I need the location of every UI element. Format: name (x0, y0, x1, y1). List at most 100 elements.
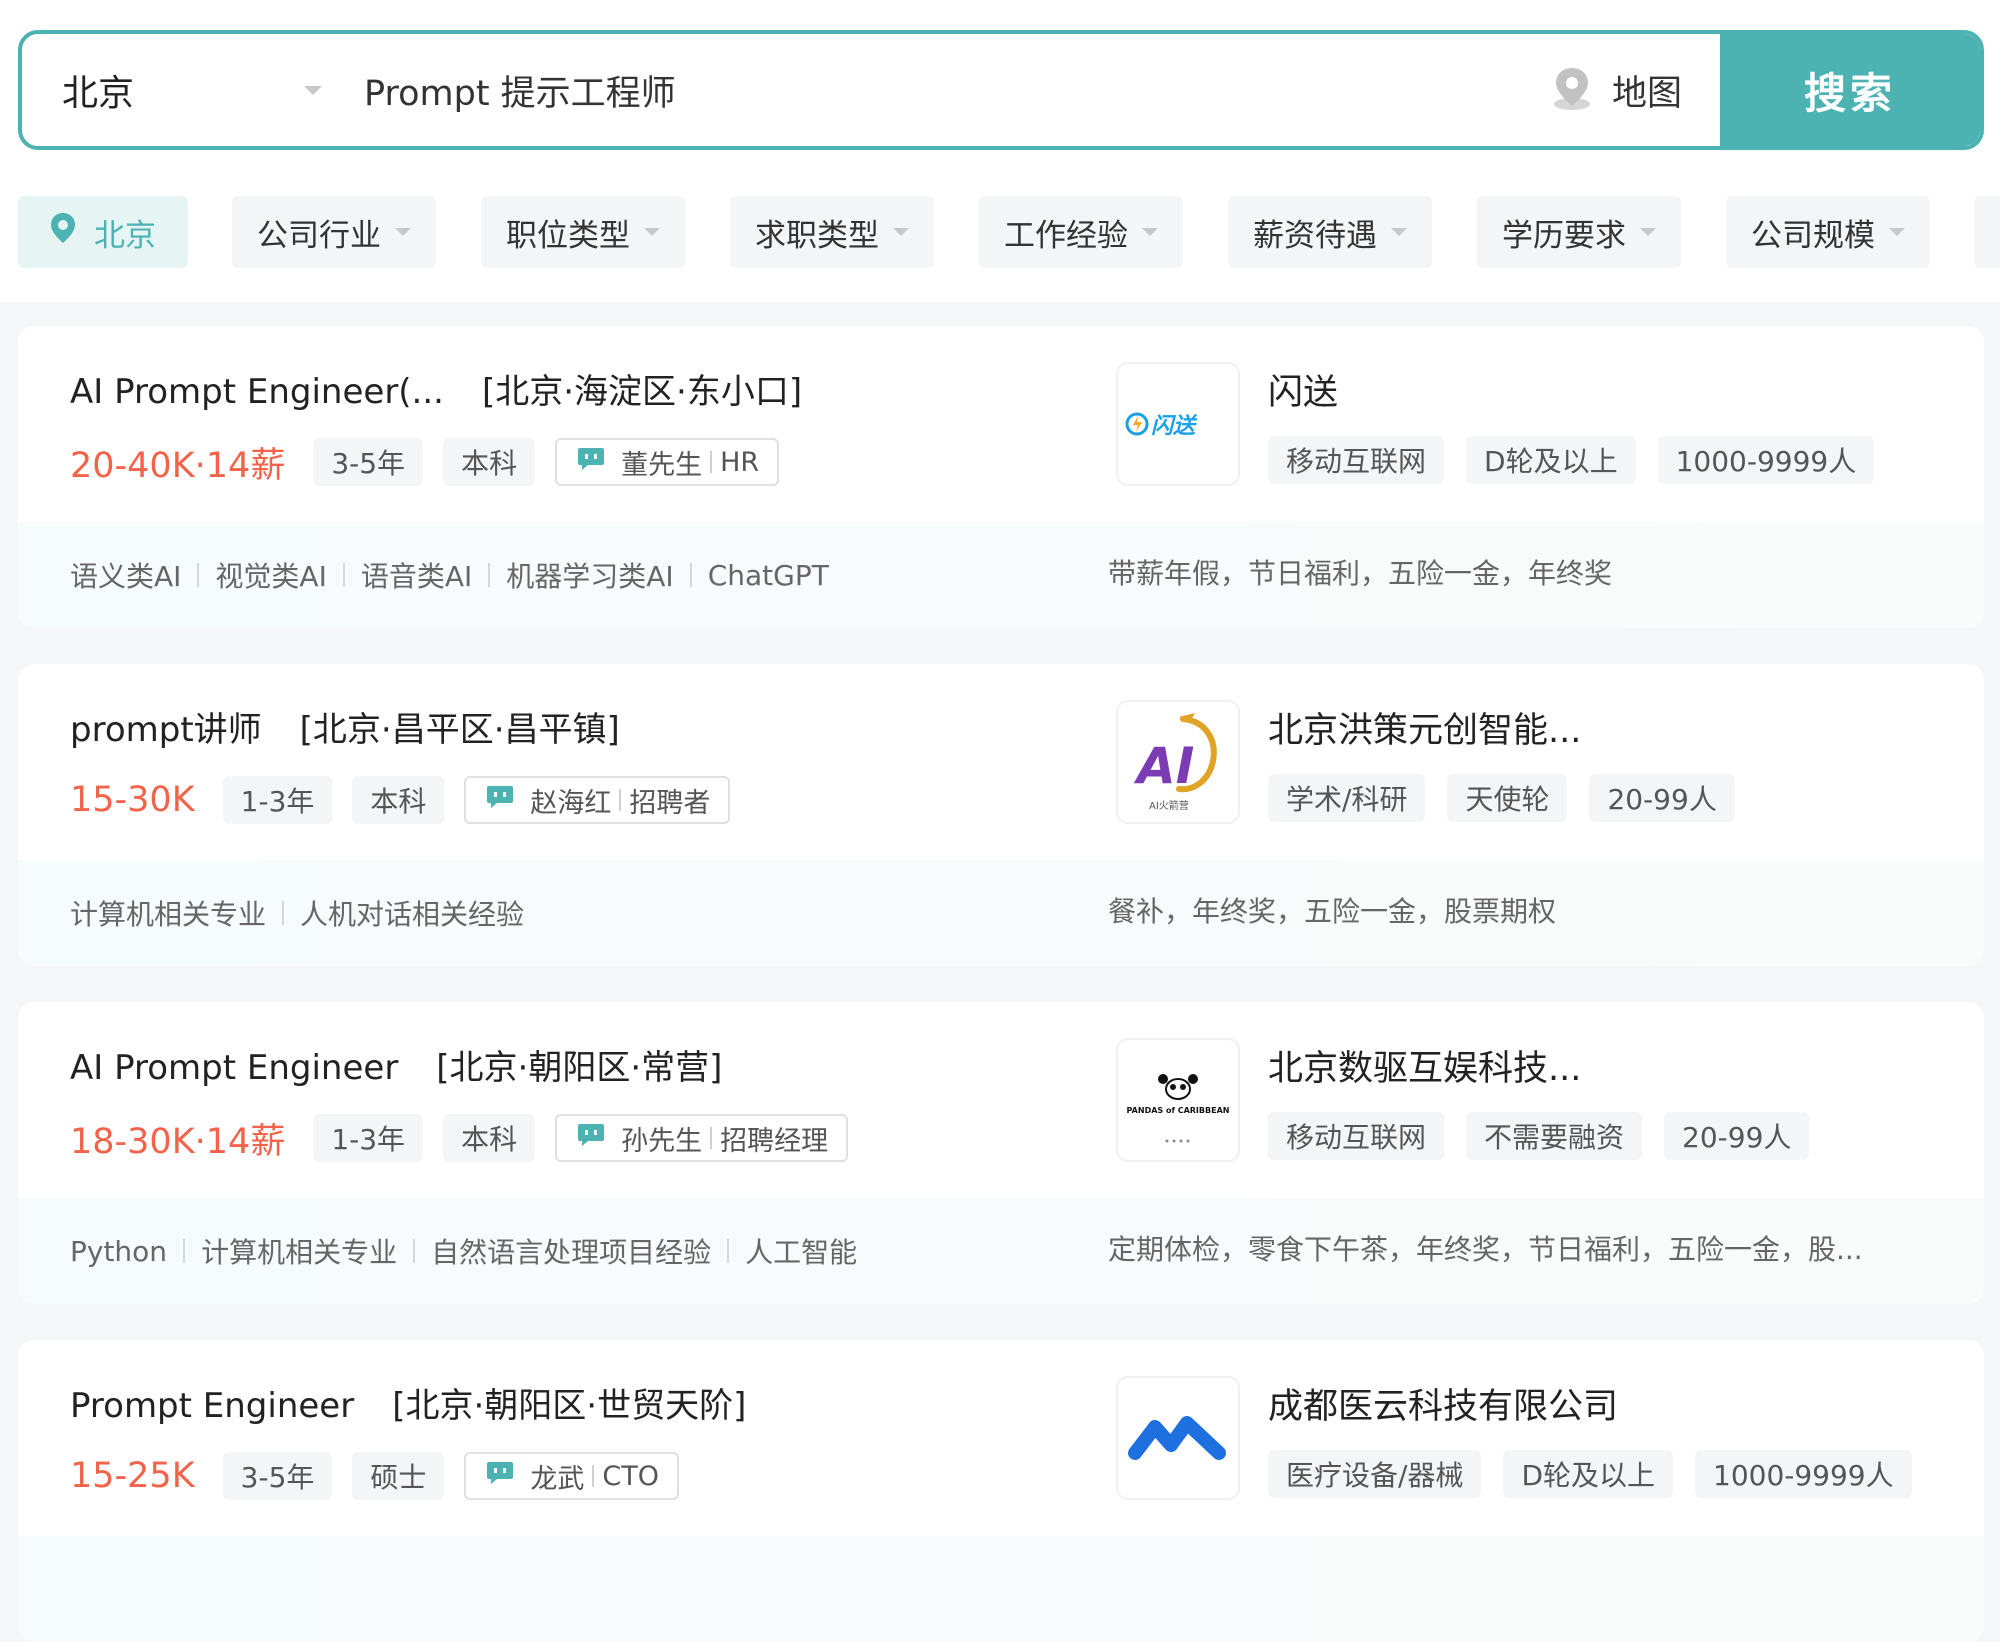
chevron-down-icon (1889, 228, 1905, 236)
filter-industry[interactable]: 公司行业 (232, 196, 436, 268)
education-tag: 本科 (352, 776, 445, 824)
job-title[interactable]: Prompt Engineer [北京·朝阳区·世贸天阶] (70, 1378, 746, 1427)
filter-more[interactable] (1974, 196, 2000, 268)
logo-subtext: AI火箭营 (1149, 799, 1189, 812)
job-title-text: prompt讲师 (70, 710, 262, 750)
recruiter-role: CTO (602, 1460, 660, 1492)
filter-company-size[interactable]: 公司规模 (1726, 196, 1930, 268)
job-card[interactable]: AI Prompt Engineer(... [北京·海淀区·东小口] 20-40… (18, 326, 1984, 628)
benefits: 餐补，年终奖，五险一金，股票期权 (1108, 895, 1557, 928)
chevron-down-icon (1640, 228, 1656, 236)
recruiter-name: 赵海红 (530, 787, 612, 819)
chat-bubble-icon (577, 446, 605, 479)
job-meta: 18-30K·14薪 1-3年 本科 孙先生 招聘经理 (70, 1114, 849, 1162)
benefits: 带薪年假，节日福利，五险一金，年终奖 (1108, 557, 1613, 590)
job-title[interactable]: prompt讲师 [北京·昌平区·昌平镇] (70, 702, 620, 751)
job-title[interactable]: AI Prompt Engineer [北京·朝阳区·常营] (70, 1040, 722, 1089)
recruiter-chat-button[interactable]: 董先生 HR (555, 438, 780, 486)
search-box: 北京 地图 搜索 (18, 30, 1984, 150)
company-tag: 不需要融资 (1466, 1112, 1643, 1160)
company-logo[interactable]: PANDAS of CARIBBEAN (1116, 1038, 1240, 1162)
filter-label: 工作经验 (1004, 217, 1128, 254)
company-tag: D轮及以上 (1503, 1450, 1673, 1498)
map-button-label: 地图 (1612, 73, 1683, 114)
recruiter-role: 招聘经理 (720, 1125, 829, 1157)
job-title-text: Prompt Engineer (70, 1386, 355, 1426)
company-name[interactable]: 成都医云科技有限公司 (1268, 1378, 1618, 1429)
company-logo[interactable]: AI AI火箭营 (1116, 700, 1240, 824)
job-card-footer: 语义类AI 视觉类AI 语音类AI 机器学习类AI ChatGPT 带薪年假，节… (18, 522, 1984, 628)
job-card[interactable]: prompt讲师 [北京·昌平区·昌平镇] 15-30K 1-3年 本科 赵海红招… (18, 664, 1984, 966)
experience-tag: 3-5年 (222, 1452, 333, 1500)
filter-label: 薪资待遇 (1253, 217, 1377, 254)
experience-tag: 1-3年 (222, 776, 333, 824)
city-select-label: 北京 (62, 73, 135, 114)
filter-label: 公司行业 (257, 217, 381, 254)
salary: 20-40K·14薪 (70, 445, 286, 486)
salary: 15-30K (70, 780, 195, 820)
search-button[interactable]: 搜索 (1720, 34, 1980, 146)
filter-label: 求职类型 (755, 217, 879, 254)
chevron-down-icon (893, 228, 909, 236)
recruiter-chat-button[interactable]: 龙武 CTO (464, 1452, 680, 1500)
skill-tag: 自然语言处理项目经验 (431, 1236, 712, 1269)
filter-job-type[interactable]: 职位类型 (481, 196, 685, 268)
location-pin-icon (50, 212, 76, 252)
recruiter-chat-button[interactable]: 赵海红 招聘者 (464, 776, 731, 824)
education-tag: 本科 (443, 1114, 536, 1162)
skill-tag: 语音类AI (360, 560, 473, 593)
skill-tag: 机器学习类AI (506, 560, 674, 593)
job-area: [北京·朝阳区·世贸天阶] (392, 1386, 747, 1426)
job-title[interactable]: AI Prompt Engineer(... [北京·海淀区·东小口] (70, 364, 802, 413)
filter-salary[interactable]: 薪资待遇 (1228, 196, 1432, 268)
skill-tag: 人工智能 (745, 1236, 858, 1269)
benefits: 定期体检，零食下午茶，年终奖，节日福利，五险一金，股... (1108, 1233, 1863, 1266)
education-tag: 本科 (443, 438, 536, 486)
chevron-down-icon (1142, 228, 1158, 236)
recruiter-chat-button[interactable]: 孙先生 招聘经理 (555, 1114, 849, 1162)
experience-tag: 3-5年 (313, 438, 424, 486)
company-logo[interactable] (1116, 1376, 1240, 1500)
filter-seeking-type[interactable]: 求职类型 (730, 196, 934, 268)
divider (282, 901, 285, 925)
job-area: [北京·昌平区·昌平镇] (299, 710, 620, 750)
filter-education[interactable]: 学历要求 (1477, 196, 1681, 268)
chat-bubble-icon (486, 784, 514, 817)
logo-text: 闪送 (1151, 414, 1198, 439)
filter-label: 学历要求 (1502, 217, 1626, 254)
job-card-header: AI Prompt Engineer(... [北京·海淀区·东小口] 20-40… (18, 326, 1984, 522)
chevron-down-icon (644, 228, 660, 236)
skill-tag: 计算机相关专业 (201, 1236, 398, 1269)
divider (342, 563, 345, 587)
logo-text: PANDAS of CARIBBEAN (1127, 1106, 1230, 1115)
filter-experience[interactable]: 工作经验 (979, 196, 1183, 268)
skill-tag: Python (70, 1234, 168, 1268)
company-tags: 移动互联网 不需要融资 20-99人 (1268, 1112, 1831, 1160)
salary: 18-30K·14薪 (70, 1121, 286, 1162)
job-card[interactable]: Prompt Engineer [北京·朝阳区·世贸天阶] 15-25K 3-5年… (18, 1340, 1984, 1642)
divider (197, 563, 200, 587)
filter-city[interactable]: 北京 (18, 196, 188, 268)
company-name[interactable]: 北京洪策元创智能... (1268, 702, 1581, 753)
divider (727, 1239, 730, 1263)
city-select[interactable]: 北京 (62, 34, 322, 146)
job-card-header: Prompt Engineer [北京·朝阳区·世贸天阶] 15-25K 3-5年… (18, 1340, 1984, 1536)
job-meta: 15-30K 1-3年 本科 赵海红 招聘者 (70, 776, 731, 824)
company-tags: 移动互联网 D轮及以上 1000-9999人 (1268, 436, 1896, 484)
company-tag: 1000-9999人 (1695, 1450, 1912, 1498)
company-name[interactable]: 北京数驱互娱科技... (1268, 1040, 1581, 1091)
search-input[interactable] (364, 34, 1514, 146)
divider (183, 1239, 186, 1263)
company-tag: 医疗设备/器械 (1268, 1450, 1482, 1498)
job-title-text: AI Prompt Engineer(... (70, 372, 444, 412)
education-tag: 硕士 (352, 1452, 445, 1500)
job-card-footer: 计算机相关专业 人机对话相关经验 餐补，年终奖，五险一金，股票期权 (18, 860, 1984, 966)
company-name[interactable]: 闪送 (1268, 364, 1338, 415)
job-area: [北京·海淀区·东小口] (481, 372, 803, 412)
company-tag: 天使轮 (1447, 774, 1568, 822)
experience-tag: 1-3年 (313, 1114, 424, 1162)
divider (619, 789, 622, 811)
map-button[interactable]: 地图 (1550, 34, 1682, 146)
company-logo[interactable]: 闪送 (1116, 362, 1240, 486)
job-card[interactable]: AI Prompt Engineer [北京·朝阳区·常营] 18-30K·14薪… (18, 1002, 1984, 1304)
